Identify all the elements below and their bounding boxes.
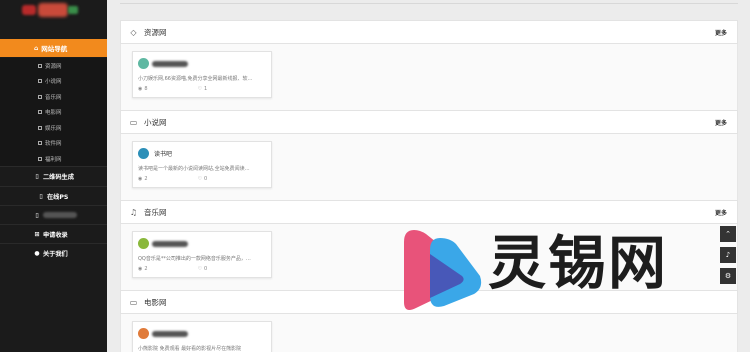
bell-icon: ♪ [725, 251, 731, 259]
site-avatar [138, 148, 149, 159]
qrcode-icon: ▯ [35, 172, 39, 180]
view-count: 2 [144, 266, 148, 272]
blurred-label [43, 212, 77, 218]
heart-icon[interactable]: ♡ [198, 86, 202, 92]
monitor-icon: ▭ [129, 297, 138, 307]
site-card[interactable]: 小刀娱乐网,66资源喵,免费分享全网最新线报、软… ◉ 8 ♡ 1 [132, 51, 272, 98]
site-description: QQ音乐是**公司推出的一款网络音乐服务产品，… [138, 256, 251, 262]
site-description: 小刀娱乐网,66资源喵,免费分享全网最新线报、软… [138, 76, 253, 82]
eye-icon: ◉ [138, 86, 143, 92]
more-link[interactable]: 更多 [715, 28, 727, 37]
site-avatar [138, 58, 149, 69]
sidebar-item-about[interactable]: ● 关于我们 [0, 243, 107, 262]
blurred-site-name [152, 240, 188, 247]
sidebar-subitem-music[interactable]: 音乐网 [0, 89, 107, 105]
like-count: 1 [204, 86, 208, 92]
square-icon [38, 94, 42, 99]
chevron-up-icon: ⌃ [725, 230, 731, 238]
sidebar-submenu: 资源网 小说网 音乐网 电影网 娱乐网 软件网 福利网 [0, 58, 107, 166]
sidebar: ⌂ 网站导航 资源网 小说网 音乐网 电影网 娱乐网 软件网 福利网 ▯ 二维码… [0, 0, 107, 352]
music-icon: ♫ [129, 207, 138, 217]
sidebar-subitem-welfare[interactable]: 福利网 [0, 151, 107, 167]
section-title: 电影网 [144, 297, 167, 307]
info-icon: ● [34, 249, 40, 257]
like-count: 0 [204, 176, 208, 182]
square-icon [38, 125, 42, 130]
section-title: 小说网 [144, 117, 167, 127]
file-icon: ▯ [35, 211, 39, 219]
site-description: 小熊影院 免费观看 最好看的影视片尽在熊影院 [138, 346, 242, 352]
back-to-top-button[interactable]: ⌃ [720, 226, 736, 242]
image-icon: ▯ [39, 192, 43, 200]
diamond-icon: ◇ [130, 27, 137, 37]
site-description: 读书吧是一个最新的小说阅读网站,全站免费阅读… [138, 166, 250, 172]
blurred-site-name [152, 330, 188, 337]
watermark: 灵锡网 [400, 226, 720, 318]
heart-icon[interactable]: ♡ [198, 176, 202, 182]
site-card[interactable]: 小熊影院 免费观看 最好看的影视片尽在熊影院 [132, 321, 272, 352]
more-link[interactable]: 更多 [715, 118, 727, 127]
eye-icon: ◉ [138, 266, 143, 272]
site-card[interactable]: 读书吧 读书吧是一个最新的小说阅读网站,全站免费阅读… ◉ 2 ♡ 0 [132, 141, 272, 188]
notification-button[interactable]: ♪ [720, 247, 736, 263]
square-icon [38, 156, 42, 161]
eye-icon: ◉ [138, 176, 143, 182]
square-icon [38, 63, 42, 68]
settings-button[interactable]: ⚙ [720, 268, 736, 284]
watermark-text: 灵锡网 [488, 229, 669, 297]
home-icon: ⌂ [34, 44, 39, 52]
section-header-resource: ◇ 资源网 更多 [120, 20, 738, 44]
sidebar-item-apply[interactable]: ⊞ 申请收录 [0, 224, 107, 243]
heart-icon[interactable]: ♡ [198, 266, 202, 272]
section-header-music: ♫ 音乐网 更多 [120, 200, 738, 224]
sidebar-item-qrcode[interactable]: ▯ 二维码生成 [0, 166, 107, 185]
sidebar-subitem-resource[interactable]: 资源网 [0, 58, 107, 74]
plus-square-icon: ⊞ [34, 230, 40, 238]
sidebar-item-site-nav[interactable]: ⌂ 网站导航 [0, 39, 107, 57]
section-title: 音乐网 [144, 207, 167, 217]
view-count: 8 [144, 86, 148, 92]
site-avatar [138, 328, 149, 339]
square-icon [38, 141, 42, 146]
sidebar-subitem-entertainment[interactable]: 娱乐网 [0, 120, 107, 136]
sidebar-subitem-novel[interactable]: 小说网 [0, 74, 107, 90]
blurred-site-name [152, 60, 188, 67]
more-link[interactable]: 更多 [715, 208, 727, 217]
section-title: 资源网 [144, 27, 167, 37]
sidebar-item-blurred[interactable]: ▯ [0, 205, 107, 224]
site-avatar [138, 238, 149, 249]
site-logo[interactable] [22, 2, 82, 20]
site-name: 读书吧 [154, 151, 173, 158]
section-header-novel: ▭ 小说网 更多 [120, 110, 738, 134]
sidebar-subitem-movie[interactable]: 电影网 [0, 105, 107, 121]
square-icon [38, 79, 42, 84]
watermark-logo-icon [404, 230, 482, 310]
site-card[interactable]: QQ音乐是**公司推出的一款网络音乐服务产品，… ◉ 2 ♡ 0 [132, 231, 272, 278]
square-icon [38, 110, 42, 115]
like-count: 0 [204, 266, 208, 272]
top-divider [120, 0, 738, 4]
sidebar-item-label: 网站导航 [41, 45, 68, 53]
gear-icon: ⚙ [724, 272, 732, 280]
view-count: 2 [144, 176, 148, 182]
sidebar-subitem-software[interactable]: 软件网 [0, 136, 107, 152]
sidebar-item-online-ps[interactable]: ▯ 在线PS [0, 186, 107, 205]
file-o-icon: ▭ [129, 117, 138, 127]
